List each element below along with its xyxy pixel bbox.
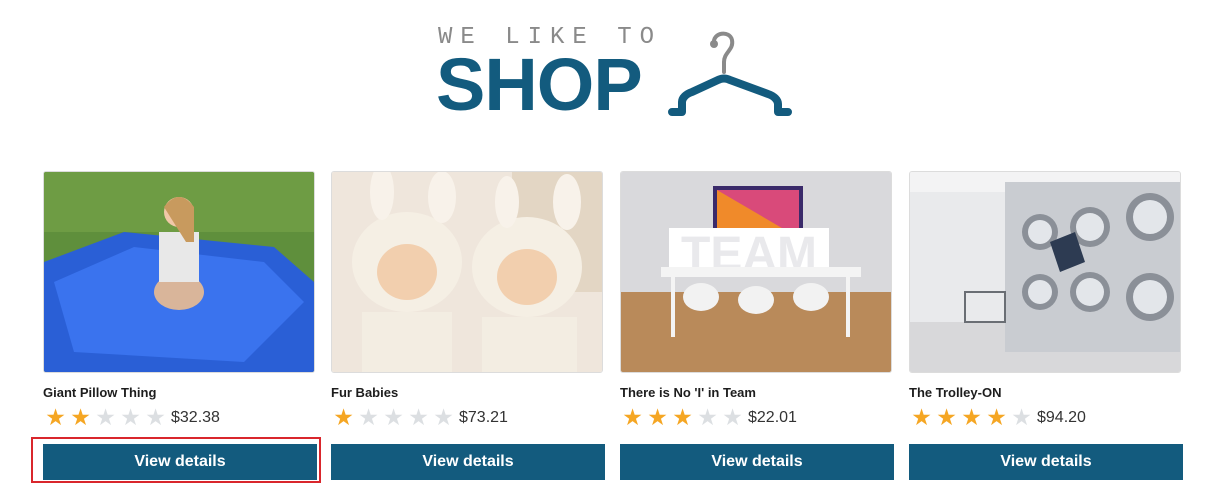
star-empty-icon: ★ [722,405,743,431]
shop-logo: WE LIKE TO SHOP [436,22,796,122]
hanger-icon [668,31,792,116]
star-filled-icon: ★ [961,405,982,431]
star-empty-icon: ★ [1011,405,1032,431]
star-filled-icon: ★ [672,405,693,431]
product-image[interactable]: TEAM [620,171,892,373]
star-empty-icon: ★ [408,405,429,431]
star-empty-icon: ★ [95,405,116,431]
product-name[interactable]: The Trolley-ON [909,385,1001,400]
star-empty-icon: ★ [145,405,166,431]
product-name[interactable]: There is No 'I' in Team [620,385,756,400]
product-price: $94.20 [1037,409,1086,426]
product-image[interactable] [909,171,1181,373]
star-empty-icon: ★ [120,405,141,431]
star-filled-icon: ★ [70,405,91,431]
star-filled-icon: ★ [936,405,957,431]
view-details-button[interactable]: View details [43,444,317,480]
star-empty-icon: ★ [697,405,718,431]
star-rating: ★ ★ ★ ★ ★ $73.21 [331,404,508,432]
star-filled-icon: ★ [622,405,643,431]
product-name[interactable]: Fur Babies [331,385,398,400]
star-rating: ★ ★ ★ ★ ★ $22.01 [620,404,797,432]
view-details-button[interactable]: View details [909,444,1183,480]
product-price: $22.01 [748,409,797,426]
star-filled-icon: ★ [911,405,932,431]
star-rating: ★ ★ ★ ★ ★ $94.20 [909,404,1086,432]
product-image[interactable] [43,171,315,373]
star-filled-icon: ★ [647,405,668,431]
product-image[interactable] [331,171,603,373]
view-details-button[interactable]: View details [331,444,605,480]
star-rating: ★ ★ ★ ★ ★ $32.38 [43,404,220,432]
star-filled-icon: ★ [333,405,354,431]
view-details-button[interactable]: View details [620,444,894,480]
star-empty-icon: ★ [433,405,454,431]
product-price: $73.21 [459,409,508,426]
product-price: $32.38 [171,409,220,426]
logo-word: SHOP [436,43,643,126]
star-empty-icon: ★ [358,405,379,431]
star-empty-icon: ★ [383,405,404,431]
product-name[interactable]: Giant Pillow Thing [43,385,156,400]
star-filled-icon: ★ [986,405,1007,431]
star-filled-icon: ★ [45,405,66,431]
